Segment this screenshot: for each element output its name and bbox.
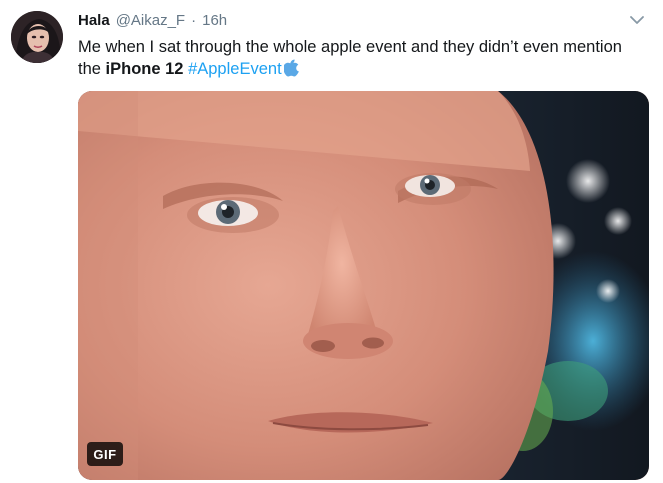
gif-media[interactable]: GIF bbox=[78, 91, 649, 480]
meta-separator: · bbox=[191, 12, 197, 29]
tweet-header: Hala @Aikaz_F · 16h bbox=[78, 12, 227, 32]
chevron-down-icon[interactable] bbox=[627, 12, 647, 28]
tweet-text: Me when I sat through the whole apple ev… bbox=[78, 36, 648, 80]
hashtag-link[interactable]: #AppleEvent bbox=[188, 60, 282, 78]
tweet[interactable]: Hala @Aikaz_F · 16h Me when I sat throug… bbox=[0, 0, 663, 483]
gif-badge: GIF bbox=[87, 442, 123, 466]
apple-icon bbox=[282, 59, 299, 77]
author-name[interactable]: Hala bbox=[78, 12, 110, 29]
avatar[interactable] bbox=[11, 11, 63, 63]
author-handle[interactable]: @Aikaz_F bbox=[116, 12, 185, 29]
tweet-text-bold: iPhone 12 bbox=[105, 60, 184, 78]
gif-frame bbox=[78, 91, 649, 480]
tweet-timestamp[interactable]: 16h bbox=[202, 12, 227, 29]
